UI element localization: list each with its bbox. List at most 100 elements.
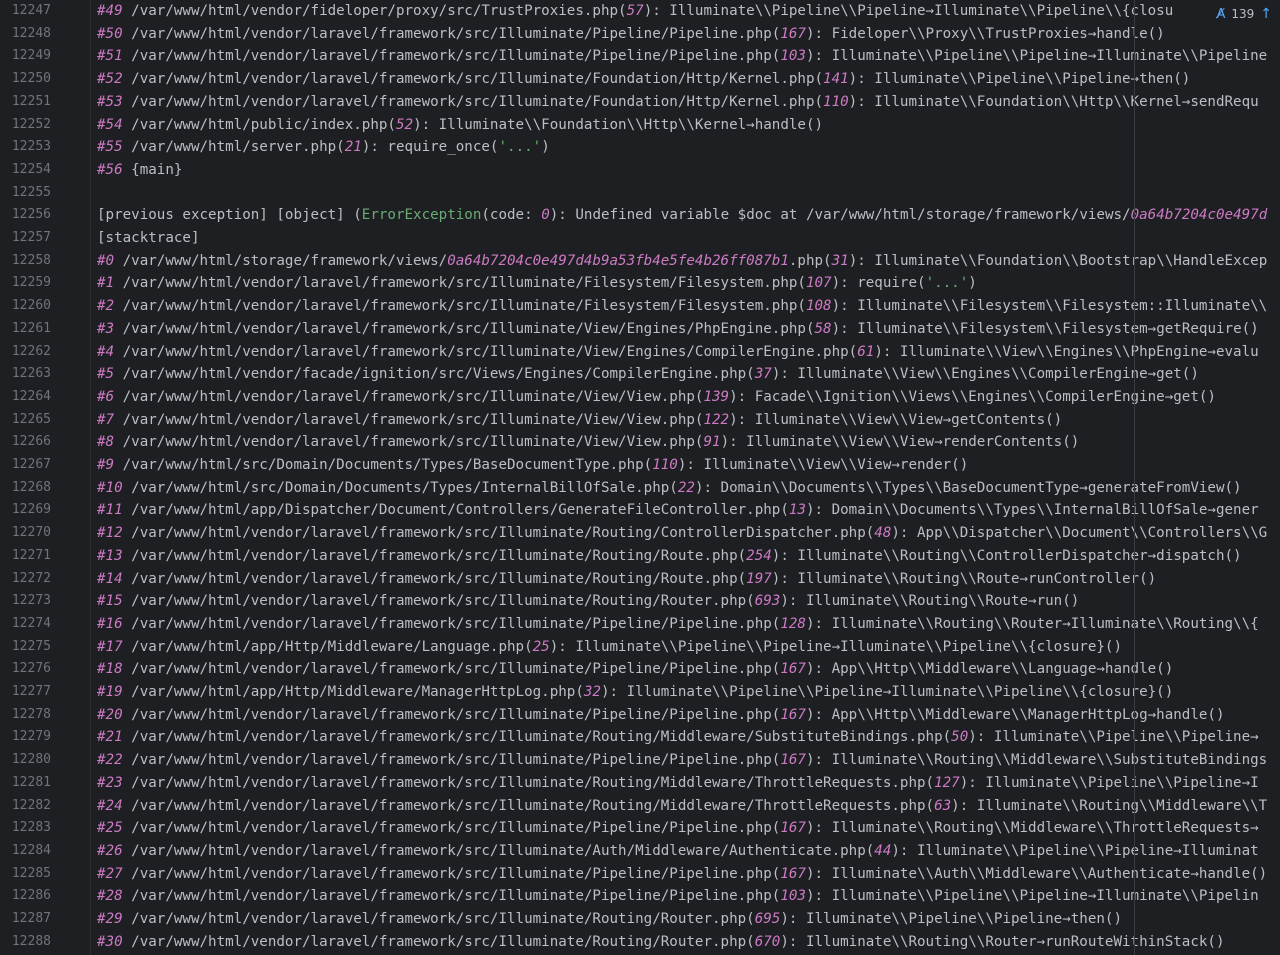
inspection-widget[interactable]: A̸ 139 ↑: [1210, 4, 1280, 24]
text-token: ): Illuminate\\Foundation\\Http\\Kernel→…: [413, 116, 824, 133]
code-line-text: #8 /var/www/html/vendor/laravel/framewor…: [97, 431, 1079, 454]
line-number[interactable]: 12265: [0, 409, 51, 432]
text-token: /var/www/html/vendor/laravel/framework/s…: [114, 411, 704, 428]
number-token: 0: [541, 207, 550, 224]
frame-index-token: #50: [97, 25, 123, 42]
line-number[interactable]: 12249: [0, 45, 51, 68]
line-number[interactable]: 12248: [0, 23, 51, 46]
text-token: /var/www/html/vendor/laravel/framework/s…: [122, 706, 781, 723]
text-token: ): App\\Dispatcher\\Document\\Controller…: [891, 525, 1268, 542]
frame-index-token: #11: [97, 502, 123, 519]
line-number[interactable]: 12250: [0, 68, 51, 91]
code-line-text: #23 /var/www/html/vendor/laravel/framewo…: [97, 772, 1259, 795]
frame-index-token: #18: [97, 661, 123, 678]
number-token: 103: [780, 888, 806, 905]
number-token: 107: [805, 275, 832, 292]
text-token: /var/www/html/app/Http/Middleware/Langua…: [122, 638, 533, 655]
text-token: /var/www/html/vendor/laravel/framework/s…: [122, 525, 875, 542]
number-token: 57: [626, 3, 644, 19]
line-number[interactable]: 12286: [0, 885, 51, 908]
text-token: ): Illuminate\\View\\View→getContents(): [729, 411, 1063, 428]
number-token: 128: [780, 615, 806, 632]
number-token: 21: [344, 139, 362, 156]
line-number[interactable]: 12279: [0, 726, 51, 749]
line-number[interactable]: 12270: [0, 522, 51, 545]
line-number[interactable]: 12259: [0, 272, 51, 295]
number-token: 670: [754, 933, 781, 950]
line-number[interactable]: 12272: [0, 568, 51, 591]
line-number[interactable]: 12274: [0, 613, 51, 636]
text-token: ): Illuminate\\Routing\\Middleware\\T: [951, 797, 1268, 814]
line-number[interactable]: 12275: [0, 636, 51, 659]
line-number[interactable]: 12266: [0, 431, 51, 454]
text-token: /var/www/html/vendor/laravel/framework/s…: [122, 71, 824, 88]
typo-check-icon[interactable]: A̸: [1216, 7, 1225, 22]
line-number[interactable]: 12251: [0, 91, 51, 114]
line-number[interactable]: 12268: [0, 477, 51, 500]
number-token: 167: [780, 706, 806, 723]
line-number[interactable]: 12281: [0, 772, 51, 795]
line-number[interactable]: 12254: [0, 159, 51, 182]
frame-index-token: #53: [97, 93, 123, 110]
frame-index-token: #17: [97, 638, 123, 655]
text-token: /var/www/html/vendor/laravel/framework/s…: [122, 48, 781, 65]
code-editor[interactable]: 12247 12248 12249 12250 12251 12252 12253 12254…: [0, 0, 1280, 955]
line-number[interactable]: 12255: [0, 182, 51, 205]
code-line-text: #50 /var/www/html/vendor/laravel/framewo…: [97, 23, 1165, 46]
line-number[interactable]: 12269: [0, 499, 51, 522]
line-number[interactable]: 12288: [0, 931, 51, 954]
line-number[interactable]: 12258: [0, 250, 51, 273]
code-line-text: #10 /var/www/html/src/Domain/Documents/T…: [97, 477, 1242, 500]
line-number[interactable]: 12278: [0, 704, 51, 727]
line-number[interactable]: 12257: [0, 227, 51, 250]
number-token: 0a64b7204c0e497d: [1130, 207, 1268, 224]
text-token: /var/www/html/vendor/laravel/framework/s…: [122, 820, 781, 837]
line-number[interactable]: 12260: [0, 295, 51, 318]
line-number[interactable]: 12247: [0, 0, 51, 23]
code-line-text: #16 /var/www/html/vendor/laravel/framewo…: [97, 613, 1259, 636]
line-number[interactable]: 12276: [0, 658, 51, 681]
text-token: ): Illuminate\\Pipeline\\Pipeline→Illumi…: [891, 842, 1259, 859]
frame-index-token: #29: [97, 911, 123, 927]
frame-index-token: #8: [97, 434, 115, 451]
line-number[interactable]: 12285: [0, 863, 51, 886]
line-number[interactable]: 12267: [0, 454, 51, 477]
number-token: 31: [831, 252, 849, 269]
line-number[interactable]: 12282: [0, 795, 51, 818]
line-number[interactable]: 12264: [0, 386, 51, 409]
frame-index-token: #23: [97, 774, 123, 791]
code-line-text: #56 {main}: [97, 159, 182, 182]
arrow-up-icon[interactable]: ↑: [1260, 6, 1272, 22]
code-area[interactable]: #49 /var/www/html/vendor/fideloper/proxy…: [91, 0, 1280, 955]
code-line-text: #20 /var/www/html/vendor/laravel/framewo…: [97, 704, 1225, 727]
line-number[interactable]: 12271: [0, 545, 51, 568]
line-number[interactable]: 12256: [0, 204, 51, 227]
line-number[interactable]: 12273: [0, 590, 51, 613]
line-number[interactable]: 12287: [0, 908, 51, 931]
line-number[interactable]: 12252: [0, 114, 51, 137]
text-token: [previous exception] [object] (: [97, 207, 362, 224]
line-number[interactable]: 12284: [0, 840, 51, 863]
line-number[interactable]: 12263: [0, 363, 51, 386]
line-number[interactable]: 12283: [0, 817, 51, 840]
line-number[interactable]: 12262: [0, 341, 51, 364]
text-token: ): Illuminate\\Pipeline\\Pipeline→: [968, 729, 1259, 746]
line-number[interactable]: 12280: [0, 749, 51, 772]
number-token: 37: [754, 366, 772, 383]
line-number[interactable]: 12277: [0, 681, 51, 704]
code-line-text: #21 /var/www/html/vendor/laravel/framewo…: [97, 726, 1259, 749]
text-token: ): Domain\\Documents\\Types\\BaseDocumen…: [694, 479, 1242, 496]
line-number[interactable]: 12253: [0, 136, 51, 159]
code-line-text: #25 /var/www/html/vendor/laravel/framewo…: [97, 817, 1259, 840]
frame-index-token: #56: [97, 161, 123, 178]
number-token: 61: [857, 343, 875, 360]
code-line-text: #28 /var/www/html/vendor/laravel/framewo…: [97, 885, 1259, 908]
code-line-text: #3 /var/www/html/vendor/laravel/framewor…: [97, 318, 1259, 341]
number-token: 13: [788, 502, 806, 519]
frame-index-token: #49: [97, 3, 123, 19]
line-number-gutter[interactable]: 12247 12248 12249 12250 12251 12252 12253 12254…: [0, 0, 91, 955]
text-token: ): Facade\\Ignition\\Views\\Engines\\Com…: [729, 388, 1216, 405]
frame-index-token: #4: [97, 343, 115, 360]
line-number[interactable]: 12261: [0, 318, 51, 341]
text-token: ): Illuminate\\Routing\\Router→Illuminat…: [805, 615, 1259, 632]
